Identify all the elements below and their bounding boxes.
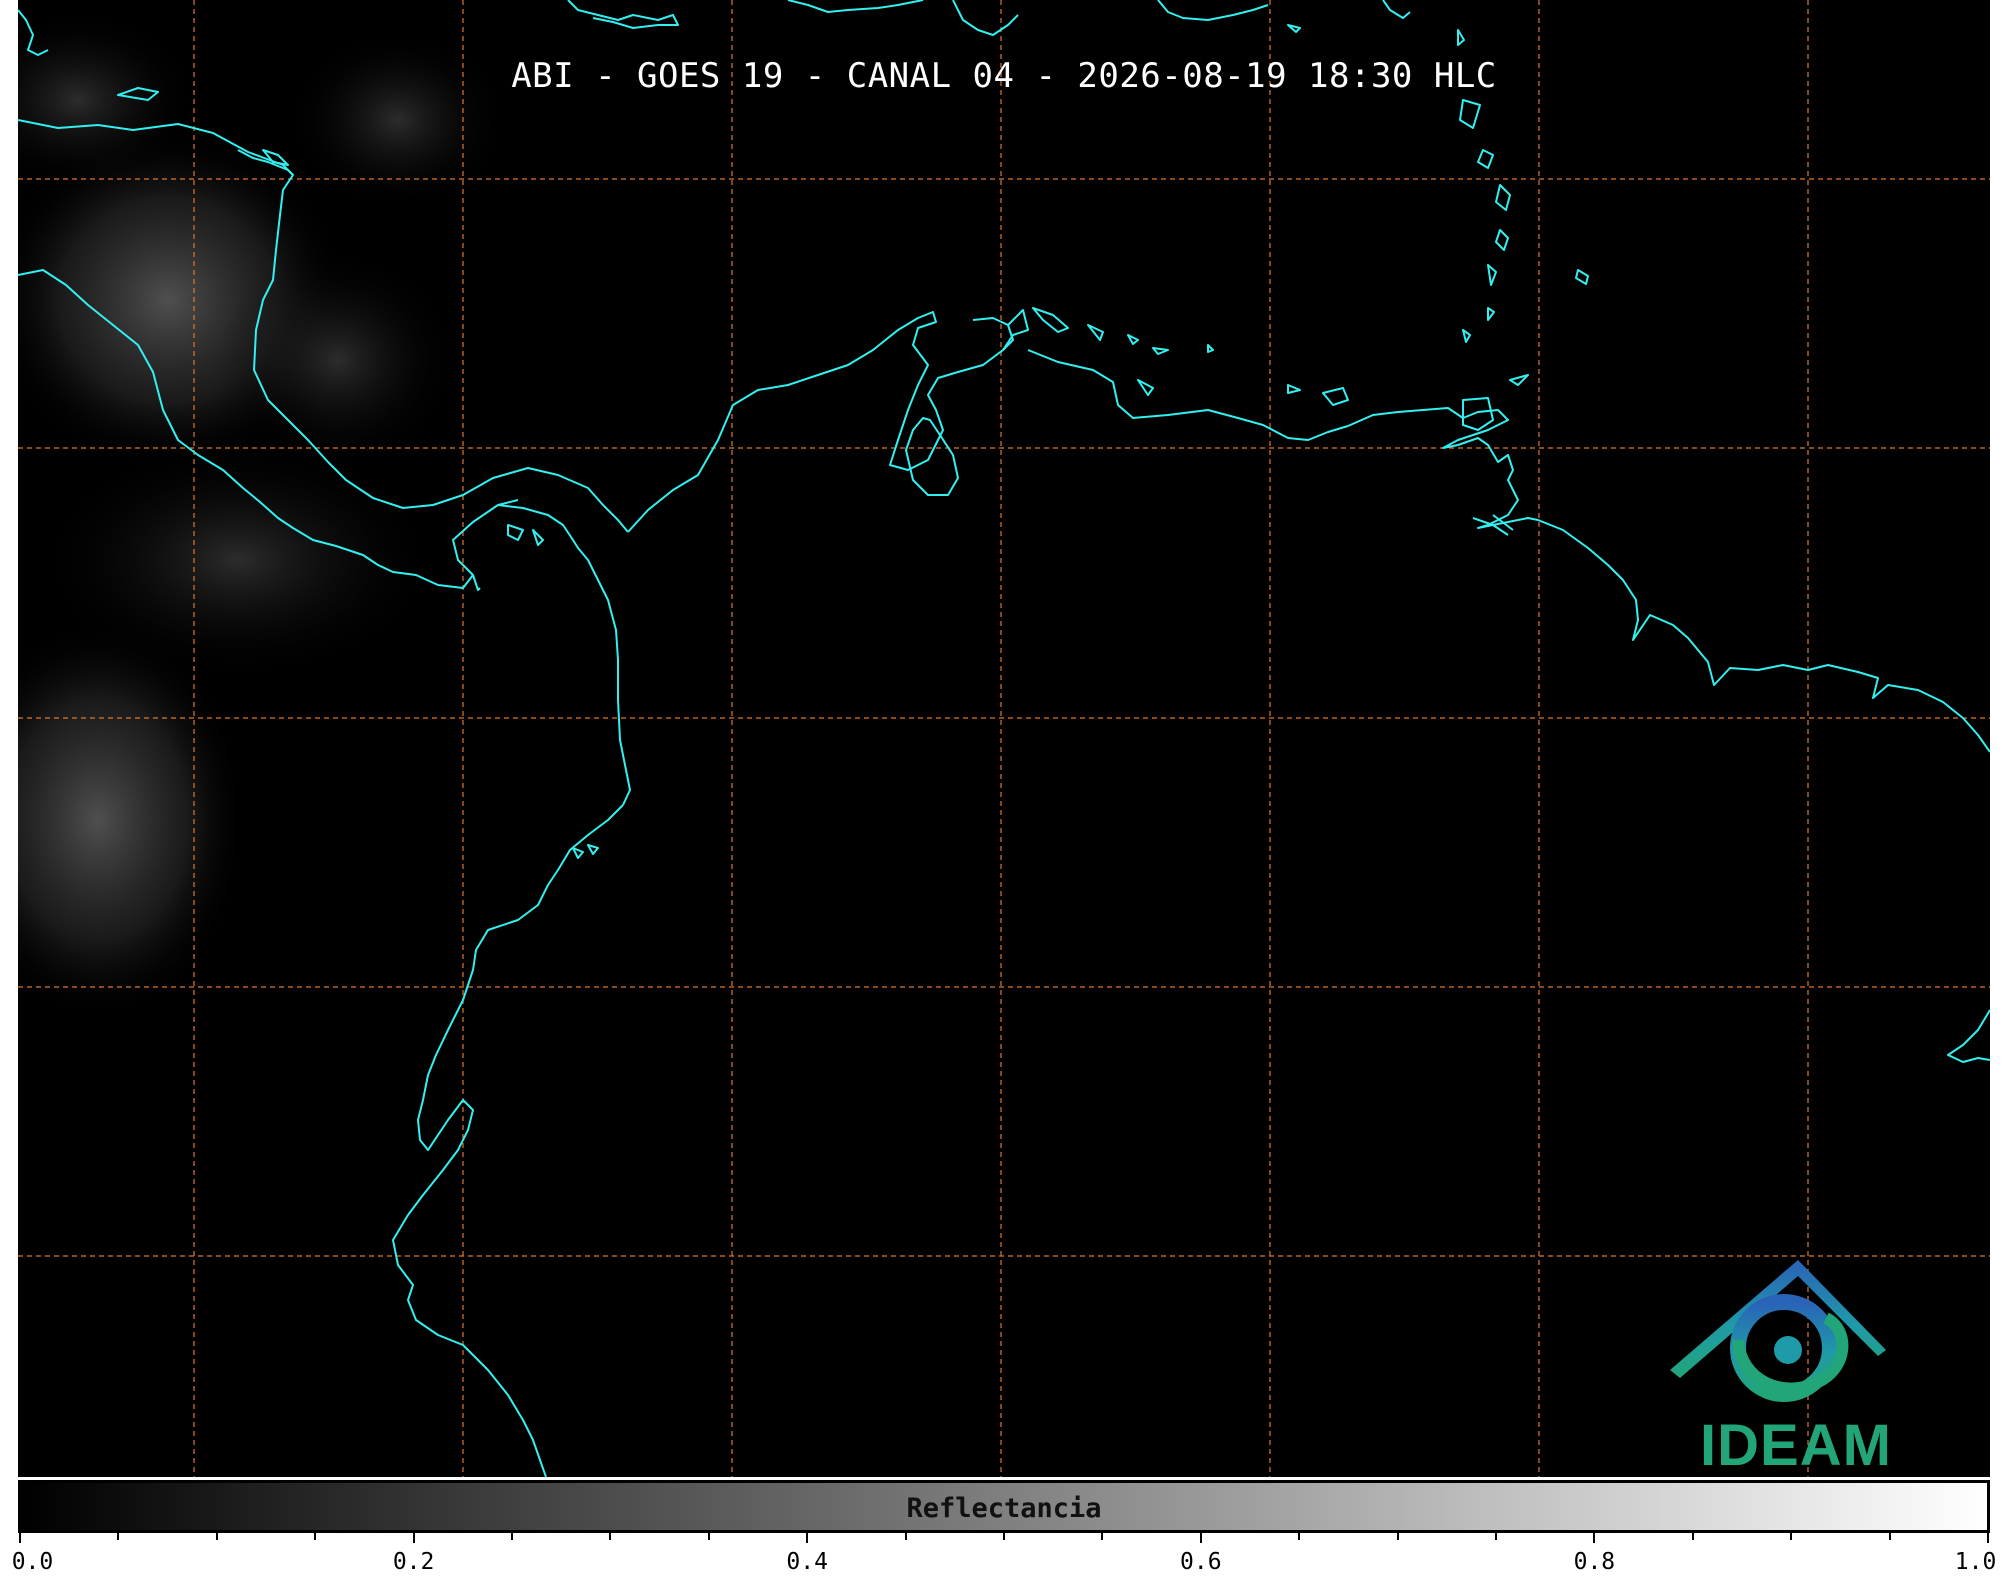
colorbar-minor-tick <box>1396 1533 1399 1540</box>
orinoco-coast <box>1472 514 1514 536</box>
colorbar-tick-label: 0.0 <box>11 1549 54 1575</box>
colorbar-minor-tick <box>314 1533 317 1540</box>
colorbar-label: Reflectancia <box>906 1493 1102 1524</box>
colorbar-minor-tick <box>1298 1533 1301 1540</box>
colorbar-minor-tick <box>1101 1533 1104 1540</box>
colorbar-tick-label: 0.8 <box>1573 1549 1616 1575</box>
colorbar-tick-label: 1.0 <box>1954 1549 1997 1575</box>
ideam-logo-text: IDEAM <box>1700 1413 1892 1477</box>
colorbar-minor-tick <box>1790 1533 1793 1540</box>
colorbar-minor-tick <box>1003 1533 1005 1540</box>
colorbar-major-tick <box>412 1533 415 1543</box>
colorbar-minor-tick <box>1888 1533 1891 1540</box>
colorbar-major-tick <box>1199 1533 1202 1543</box>
colorbar-minor-tick <box>609 1533 612 1540</box>
colorbar-minor-tick <box>117 1533 120 1540</box>
venezuela-coast <box>1347 407 1990 753</box>
map-canvas <box>18 0 1990 1477</box>
colombia-pacific-coast <box>392 804 624 1477</box>
colorbar-axis: 0.0 0.2 0.4 0.6 0.8 1.0 <box>0 1533 2011 1577</box>
greater-antilles <box>567 0 1411 36</box>
caribbean-islands <box>1032 307 1349 406</box>
colorbar-tick-label: 0.4 <box>786 1549 828 1575</box>
colorbar-minor-tick <box>904 1533 907 1540</box>
colorbar-minor-tick <box>1495 1533 1497 1540</box>
trinidad-coast <box>1462 397 1494 431</box>
lake-maracaibo <box>905 417 959 496</box>
panama-coast <box>472 504 631 806</box>
caribbean-coast <box>627 311 1014 533</box>
guianas-fragment <box>1947 1009 1990 1063</box>
colorbar-tick-label: 0.6 <box>1180 1549 1222 1575</box>
colorbar-minor-tick <box>511 1533 513 1540</box>
colorbar-major-tick <box>19 1533 21 1543</box>
reflectance-colorbar: Reflectancia <box>18 1480 1990 1533</box>
colorbar-major-tick <box>1593 1533 1596 1543</box>
satellite-map: ABI - GOES 19 - CANAL 04 - 2026-08-19 18… <box>18 0 1990 1477</box>
colorbar-major-tick <box>1987 1533 1989 1543</box>
colorbar-minor-tick <box>1691 1533 1694 1540</box>
map-title: ABI - GOES 19 - CANAL 04 - 2026-08-19 18… <box>511 56 1497 96</box>
colorbar-major-tick <box>806 1533 809 1543</box>
ideam-logo-icon <box>1670 1260 1886 1402</box>
cuba-fragment <box>1137 379 1154 396</box>
colorbar-tick-label: 0.2 <box>392 1549 435 1575</box>
colorbar-minor-tick <box>707 1533 710 1540</box>
colorbar-minor-tick <box>215 1533 218 1540</box>
